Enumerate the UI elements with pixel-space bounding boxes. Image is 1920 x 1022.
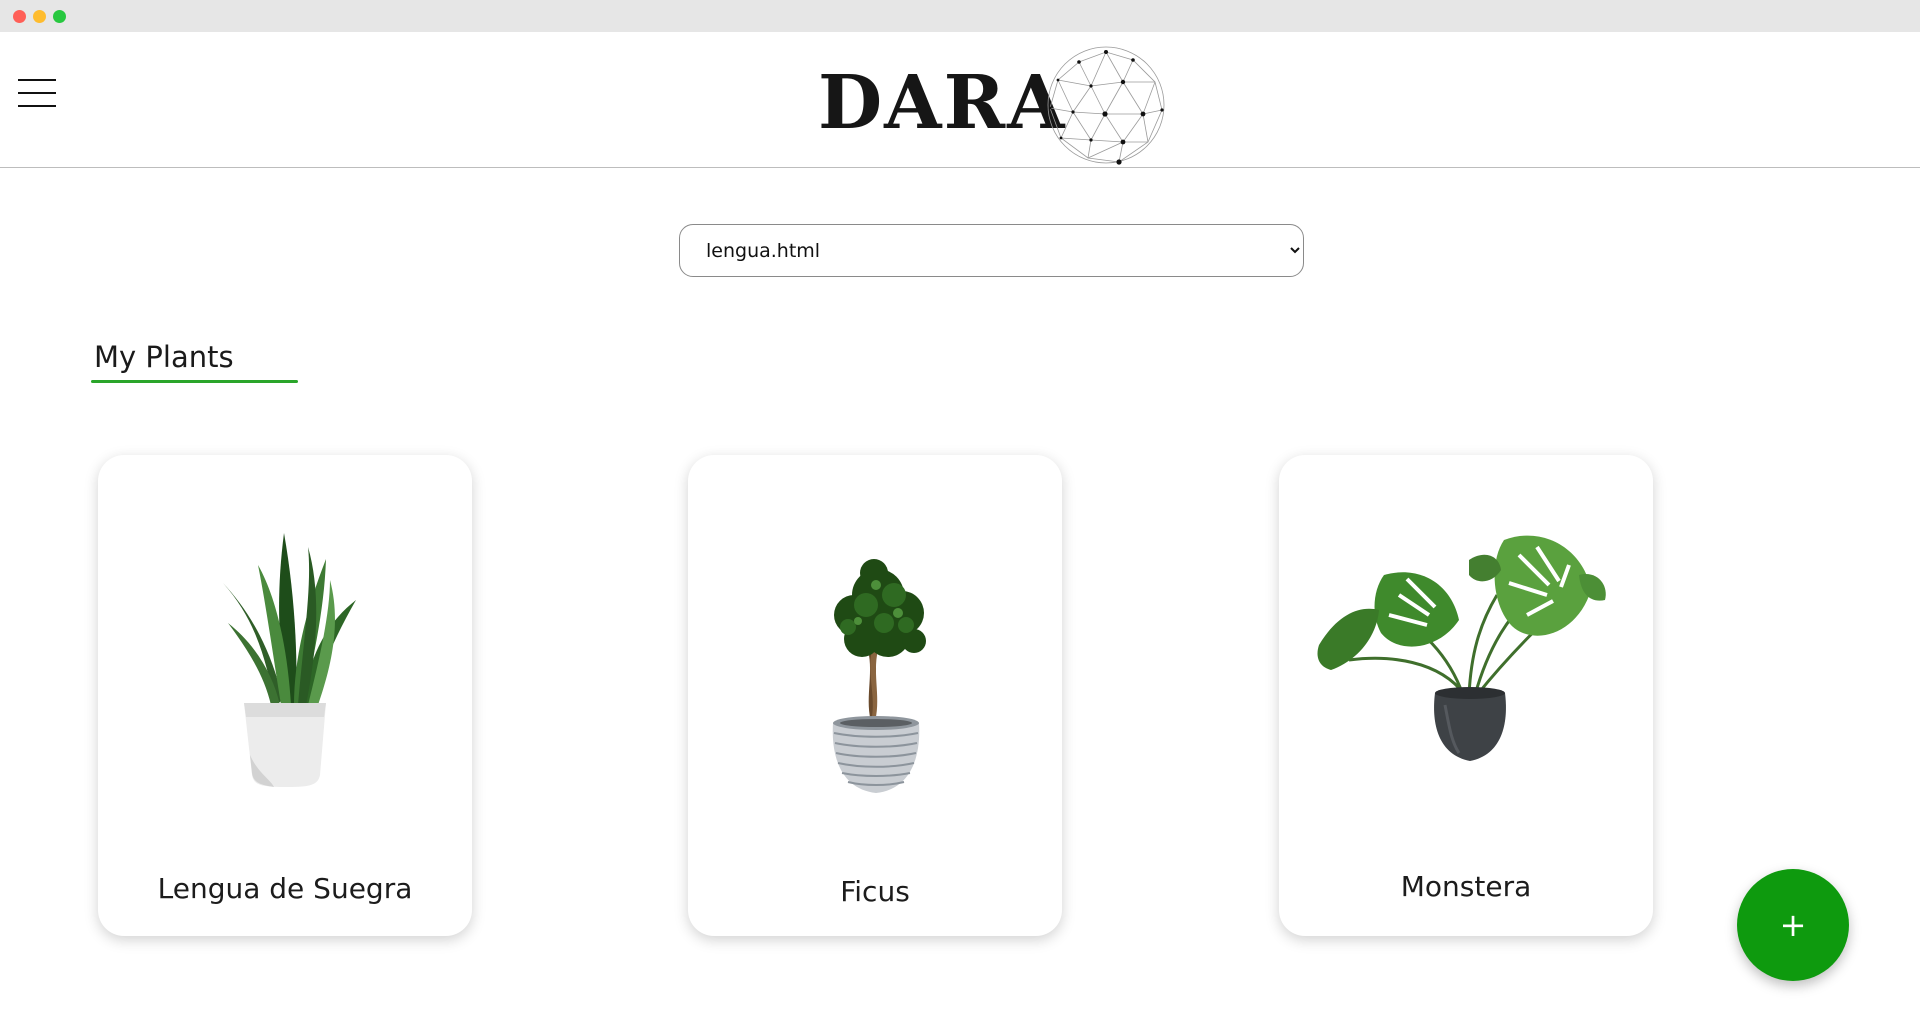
site-header: DARA <box>0 32 1920 168</box>
page-select-wrapper: lengua.html <box>679 224 1304 277</box>
snake-plant-image <box>223 533 356 787</box>
plant-card-ficus[interactable]: Ficus <box>688 455 1062 936</box>
plant-card-name: Ficus <box>840 875 910 908</box>
add-plant-button[interactable]: + <box>1737 869 1849 981</box>
window-titlebar <box>0 0 1920 32</box>
ficus-tree-image <box>832 559 926 793</box>
section-title-underline <box>91 380 298 383</box>
maximize-window-button[interactable] <box>53 10 66 23</box>
minimize-window-button[interactable] <box>33 10 46 23</box>
monstera-plant-image <box>1317 535 1606 761</box>
hamburger-icon[interactable] <box>18 79 56 107</box>
geodesic-globe-icon <box>1047 46 1165 165</box>
plant-card-lengua-de-suegra[interactable]: Lengua de Suegra <box>98 455 472 936</box>
plant-card-name: Monstera <box>1400 870 1532 903</box>
close-window-button[interactable] <box>13 10 26 23</box>
plant-card-name: Lengua de Suegra <box>157 872 413 905</box>
section-title: My Plants <box>94 340 234 374</box>
page-select[interactable]: lengua.html <box>679 224 1304 277</box>
logo-wordmark: DARA <box>818 60 1067 146</box>
plant-card-monstera[interactable]: Monstera <box>1279 455 1653 936</box>
